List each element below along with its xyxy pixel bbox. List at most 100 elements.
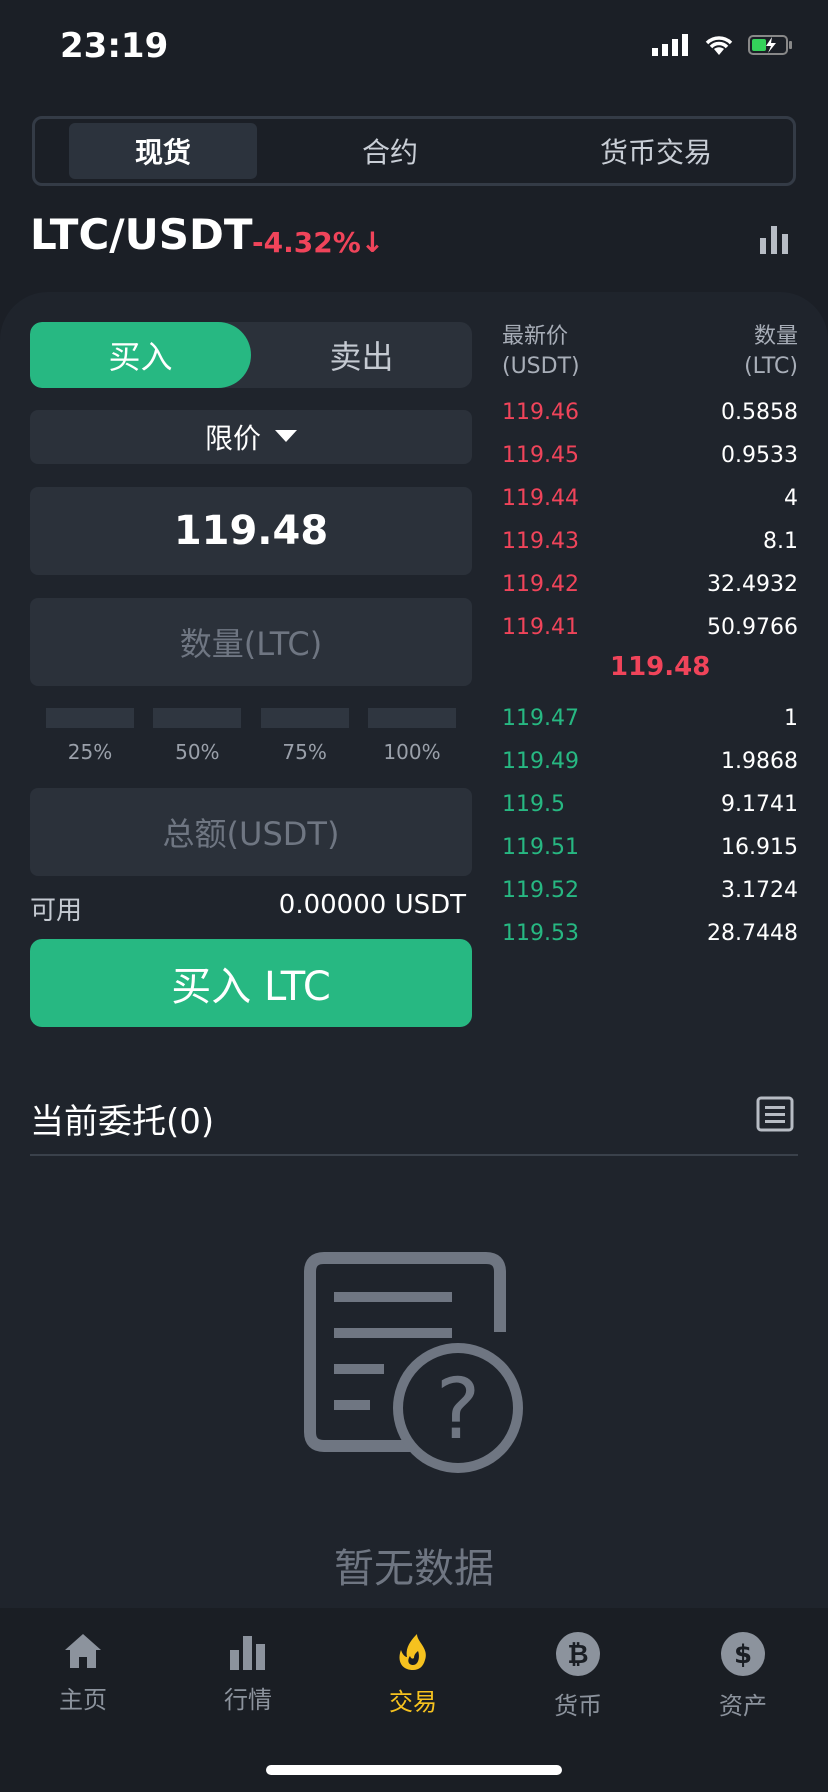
- nav-home[interactable]: 主页: [23, 1632, 143, 1715]
- order-type-label: 限价: [204, 422, 261, 455]
- header-text: 数量: [753, 324, 798, 349]
- percent-selector: 25% 50% 75% 100%: [46, 708, 456, 764]
- ask-price: 119.45: [502, 443, 579, 468]
- tab-spot[interactable]: 现货: [69, 123, 257, 179]
- bid-price: 119.5: [502, 792, 565, 817]
- home-icon: [65, 1634, 101, 1668]
- nav-label: 行情: [224, 1686, 272, 1714]
- bid-qty: 1.9868: [721, 749, 798, 774]
- nav-trade[interactable]: 交易: [353, 1632, 473, 1717]
- bid-price: 119.52: [502, 878, 579, 903]
- tab-currency-trading[interactable]: 货币交易: [523, 123, 789, 179]
- ask-qty: 0.5858: [721, 400, 798, 425]
- bid-price: 119.49: [502, 749, 579, 774]
- bid-qty: 9.1741: [721, 792, 798, 817]
- home-indicator: [266, 1765, 562, 1775]
- percent-label: 100%: [383, 740, 441, 764]
- ask-qty: 8.1: [763, 529, 798, 554]
- wifi-icon: [705, 36, 733, 55]
- ask-price: 119.41: [502, 615, 579, 640]
- ask-row[interactable]: 119.42 32.4932: [502, 572, 798, 615]
- flame-icon: [399, 1634, 426, 1670]
- orderbook-price-header: 最新价 (USDT): [502, 322, 580, 382]
- sell-tab[interactable]: 卖出: [251, 322, 472, 388]
- bitcoin-icon: ₿: [556, 1632, 600, 1676]
- percent-25[interactable]: 25%: [46, 708, 134, 764]
- buy-ltc-button[interactable]: 买入 LTC: [30, 939, 472, 1027]
- price-input[interactable]: 119.48: [30, 487, 472, 575]
- quantity-input[interactable]: 数量(LTC): [30, 598, 472, 686]
- percent-label: 75%: [282, 740, 327, 764]
- ask-qty: 50.9766: [707, 615, 798, 640]
- bid-qty: 28.7448: [707, 921, 798, 946]
- nav-label: 资产: [719, 1692, 767, 1720]
- order-type-select[interactable]: 限价: [30, 410, 472, 464]
- nav-label: 交易: [389, 1688, 437, 1716]
- signal-icon: [652, 34, 688, 56]
- last-price: 119.48: [610, 652, 711, 682]
- available-value: 0.00000 USDT: [278, 890, 466, 920]
- bid-row[interactable]: 119.52 3.1724: [502, 878, 798, 921]
- bid-row[interactable]: 119.53 28.7448: [502, 921, 798, 964]
- ask-qty: 4: [784, 486, 798, 511]
- svg-text:?: ?: [436, 1360, 481, 1458]
- section-divider: [30, 1154, 798, 1156]
- bid-price: 119.47: [502, 706, 579, 731]
- orderbook-qty-header: 数量 (LTC): [744, 322, 798, 382]
- ask-row[interactable]: 119.45 0.9533: [502, 443, 798, 486]
- percent-label: 50%: [175, 740, 220, 764]
- available-label: 可用: [30, 896, 83, 926]
- dollar-icon: $: [721, 1632, 765, 1676]
- bid-qty: 3.1724: [721, 878, 798, 903]
- ask-price: 119.44: [502, 486, 579, 511]
- percent-bar: [46, 708, 134, 728]
- bid-row[interactable]: 119.51 16.915: [502, 835, 798, 878]
- ask-row[interactable]: 119.46 0.5858: [502, 400, 798, 443]
- total-input[interactable]: 总额(USDT): [30, 788, 472, 876]
- bid-row[interactable]: 119.5 9.1741: [502, 792, 798, 835]
- empty-document-icon: ?: [300, 1252, 530, 1486]
- percent-bar: [260, 708, 349, 728]
- battery-icon: [748, 35, 792, 55]
- status-time: 23:19: [60, 26, 169, 66]
- price-change: -4.32%↓: [252, 226, 385, 259]
- caret-down-icon: [275, 430, 297, 442]
- percent-50[interactable]: 50%: [153, 708, 242, 764]
- bid-price: 119.51: [502, 835, 579, 860]
- nav-markets[interactable]: 行情: [188, 1632, 308, 1715]
- bid-qty: 16.915: [721, 835, 798, 860]
- current-orders-title: 当前委托(0): [30, 1102, 215, 1142]
- bid-price: 119.53: [502, 921, 579, 946]
- header-unit: (LTC): [744, 354, 798, 379]
- percent-bar: [153, 708, 242, 728]
- percent-100[interactable]: 100%: [367, 708, 456, 764]
- svg-text:₿: ₿: [567, 1640, 588, 1670]
- nav-currency[interactable]: ₿ 货币: [518, 1632, 638, 1721]
- buy-tab[interactable]: 买入: [30, 322, 251, 388]
- bid-row[interactable]: 119.49 1.9868: [502, 749, 798, 792]
- percent-bar: [367, 708, 456, 728]
- order-history-icon[interactable]: [756, 1096, 794, 1136]
- buy-sell-switch: 买入 卖出: [30, 322, 472, 388]
- header-unit: (USDT): [502, 354, 580, 379]
- svg-text:$: $: [734, 1640, 752, 1670]
- percent-75[interactable]: 75%: [260, 708, 349, 764]
- bid-row[interactable]: 119.47 1: [502, 706, 798, 749]
- tab-contract[interactable]: 合约: [257, 123, 523, 179]
- empty-state-text: 暂无数据: [334, 1546, 494, 1592]
- ask-price: 119.46: [502, 400, 579, 425]
- nav-label: 货币: [554, 1692, 602, 1720]
- ask-row[interactable]: 119.44 4: [502, 486, 798, 529]
- ask-price: 119.42: [502, 572, 579, 597]
- ask-qty: 0.9533: [721, 443, 798, 468]
- status-icons: [652, 34, 794, 56]
- bid-qty: 1: [784, 706, 798, 731]
- trading-pair[interactable]: LTC/USDT: [30, 210, 253, 259]
- ask-price: 119.43: [502, 529, 579, 554]
- kline-chart-icon[interactable]: [760, 226, 790, 258]
- header-text: 最新价: [502, 324, 569, 349]
- ask-row[interactable]: 119.43 8.1: [502, 529, 798, 572]
- nav-label: 主页: [59, 1686, 107, 1714]
- bar-chart-icon: [230, 1636, 265, 1670]
- nav-assets[interactable]: $ 资产: [683, 1632, 803, 1721]
